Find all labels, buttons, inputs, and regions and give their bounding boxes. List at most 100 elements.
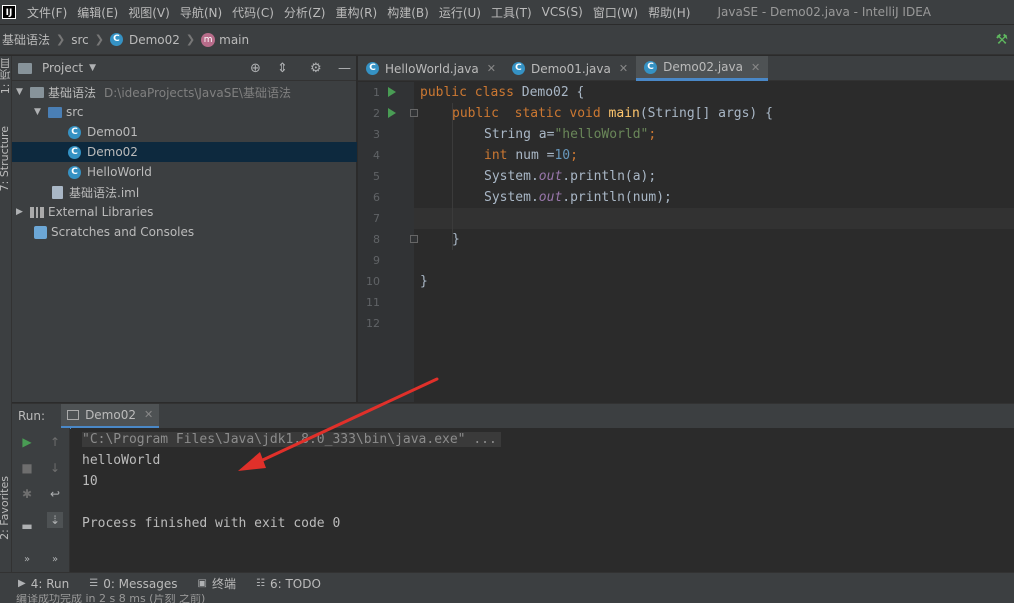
tab-helloworld-java[interactable]: C HelloWorld.java ✕ xyxy=(358,56,504,81)
class-icon: C xyxy=(68,125,81,139)
editor-tabs: C HelloWorld.java ✕ C Demo01.java ✕ C De… xyxy=(358,56,1014,81)
line-number: 11 xyxy=(366,296,380,309)
menu-edit[interactable]: 编辑(E) xyxy=(72,4,123,21)
scratches-icon xyxy=(34,225,47,239)
tree-label-root: 基础语法 xyxy=(48,85,97,100)
locate-target-icon[interactable]: ⊕ xyxy=(250,61,261,76)
code-line-5: System.out.println(a); xyxy=(484,166,656,187)
console-icon xyxy=(67,409,80,420)
breadcrumb-method[interactable]: main xyxy=(219,33,249,47)
run-gutter-icon[interactable] xyxy=(388,108,396,118)
collapse-all-icon[interactable]: ⇕ xyxy=(277,61,288,76)
menu-window[interactable]: 窗口(W) xyxy=(588,4,643,21)
more-icon[interactable]: » xyxy=(47,552,63,568)
console-command[interactable]: "C:\Program Files\Java\jdk1.8.0_333\bin\… xyxy=(82,432,501,447)
tree-label-helloworld: HelloWorld xyxy=(87,165,152,179)
tab-favorites-vertical[interactable]: 2: Favorites xyxy=(0,476,11,540)
hammer-build-icon[interactable]: ⚒ xyxy=(995,32,1008,48)
menu-analyze[interactable]: 分析(Z) xyxy=(279,4,331,21)
project-panel-header: Project ▼ ⊕ ⇕ ⚙ — xyxy=(12,56,356,81)
class-icon: C xyxy=(644,60,658,74)
run-gutter-icon[interactable] xyxy=(388,87,396,97)
current-line-highlight xyxy=(414,208,1014,229)
minimize-icon[interactable]: — xyxy=(338,61,351,76)
soft-wrap-icon[interactable]: ↩ xyxy=(47,486,63,502)
stop-icon[interactable]: ■ xyxy=(19,460,35,476)
code-line-3: String a="helloWorld"; xyxy=(484,124,656,145)
run-console[interactable]: "C:\Program Files\Java\jdk1.8.0_333\bin\… xyxy=(71,428,1014,572)
tree-item-root[interactable]: ▼ 基础语法 D:\ideaProjects\JavaSE\基础语法 xyxy=(12,82,357,102)
code-text: String a= xyxy=(484,127,555,142)
close-icon[interactable]: ✕ xyxy=(144,408,153,421)
tree-item-helloworld[interactable]: C HelloWorld xyxy=(12,162,357,182)
method-icon: m xyxy=(201,32,216,47)
menu-code[interactable]: 代码(C) xyxy=(227,4,279,21)
tree-item-scratches[interactable]: Scratches and Consoles xyxy=(12,222,357,242)
breadcrumb-folder[interactable]: src xyxy=(71,33,89,47)
collapse-arrow-icon[interactable]: ▶ xyxy=(16,207,26,217)
tool-tab-label: 终端 xyxy=(211,577,236,591)
gear-icon[interactable]: ⚙ xyxy=(310,61,322,76)
todo-list-icon: ☷ xyxy=(256,578,265,589)
tab-label: Demo02.java xyxy=(663,60,743,74)
menu-build[interactable]: 构建(B) xyxy=(382,4,434,21)
tool-tab-terminal[interactable]: ▣ 终端 xyxy=(198,575,236,592)
close-icon[interactable]: ✕ xyxy=(619,62,628,75)
run-tab-label: Demo02 xyxy=(85,407,136,422)
menu-refactor[interactable]: 重构(R) xyxy=(331,4,383,21)
tab-structure-vertical[interactable]: 7: Structure xyxy=(0,126,11,191)
code-editor[interactable]: 1 2 3 4 5 6 7 8 9 10 11 12 public class … xyxy=(358,82,1014,402)
up-arrow-icon[interactable]: ↑ xyxy=(47,434,63,450)
more-icon[interactable]: » xyxy=(19,552,35,568)
code-text: .println(a); xyxy=(562,169,657,184)
close-icon[interactable]: ✕ xyxy=(487,62,496,75)
tool-tab-run[interactable]: ▶ 4: Run xyxy=(18,577,69,591)
rerun-icon[interactable]: ▶ xyxy=(19,434,35,450)
fold-icon[interactable] xyxy=(410,109,418,117)
menu-file[interactable]: 文件(F) xyxy=(22,4,72,21)
menu-run[interactable]: 运行(U) xyxy=(434,4,486,21)
breadcrumb-class[interactable]: Demo02 xyxy=(129,33,180,47)
debug-bug-icon[interactable]: ✱ xyxy=(19,486,35,502)
tool-window-bar: ▶ 4: Run ☰ 0: Messages ▣ 终端 ☷ 6: TODO xyxy=(0,572,1014,594)
tree-item-demo02[interactable]: C Demo02 xyxy=(12,142,357,162)
project-view-selector[interactable]: Project xyxy=(42,61,83,75)
tree-label-demo01: Demo01 xyxy=(87,125,138,139)
menu-navigate[interactable]: 导航(N) xyxy=(175,4,227,21)
down-arrow-icon[interactable]: ↓ xyxy=(47,460,63,476)
tree-label-scratches: Scratches and Consoles xyxy=(51,225,195,239)
run-tab-demo02[interactable]: Demo02 ✕ xyxy=(61,403,160,429)
expand-arrow-icon[interactable]: ▼ xyxy=(16,87,26,97)
fold-icon[interactable] xyxy=(410,235,418,243)
tree-item-demo01[interactable]: C Demo01 xyxy=(12,122,357,142)
tab-demo01-java[interactable]: C Demo01.java ✕ xyxy=(504,56,636,81)
tree-item-src[interactable]: ▼ src xyxy=(12,102,357,122)
tab-demo02-java[interactable]: C Demo02.java ✕ xyxy=(636,56,769,81)
menu-tools[interactable]: 工具(T) xyxy=(486,4,537,21)
tool-tab-label: 0: Messages xyxy=(103,576,178,591)
tree-item-external-libraries[interactable]: ▶ External Libraries xyxy=(12,202,357,222)
caret-down-icon[interactable]: ▼ xyxy=(89,63,96,73)
layout-icon[interactable]: ▬ xyxy=(19,518,35,534)
run-panel-header: Run: Demo02 ✕ xyxy=(12,403,1014,429)
keyword: public static void xyxy=(452,106,609,121)
tool-tab-messages[interactable]: ☰ 0: Messages xyxy=(89,577,177,591)
project-panel: Project ▼ ⊕ ⇕ ⚙ — ▼ 基础语法 D:\ideaProjects… xyxy=(12,56,357,402)
menu-view[interactable]: 视图(V) xyxy=(123,4,175,21)
menu-help[interactable]: 帮助(H) xyxy=(643,4,695,21)
run-toolbar-secondary: ↑ ↓ ↩ ⇣ » xyxy=(42,428,70,572)
scroll-to-end-icon[interactable]: ⇣ xyxy=(47,512,63,528)
menu-vcs[interactable]: VCS(S) xyxy=(537,5,588,19)
close-icon[interactable]: ✕ xyxy=(751,61,760,74)
expand-arrow-icon[interactable]: ▼ xyxy=(34,107,44,117)
line-number: 7 xyxy=(373,212,380,225)
window-title: JavaSE - Demo02.java - IntelliJ IDEA xyxy=(717,5,931,19)
tree-root-path: D:\ideaProjects\JavaSE\基础语法 xyxy=(104,85,291,100)
tool-tab-todo[interactable]: ☷ 6: TODO xyxy=(256,577,321,591)
source-folder-icon xyxy=(48,106,62,118)
code-text: System. xyxy=(484,169,539,184)
tree-item-iml[interactable]: 基础语法.iml xyxy=(12,182,357,202)
library-icon xyxy=(30,206,44,218)
chevron-right-icon: ❯ xyxy=(185,33,196,46)
breadcrumb-project[interactable]: 基础语法 xyxy=(2,31,50,48)
